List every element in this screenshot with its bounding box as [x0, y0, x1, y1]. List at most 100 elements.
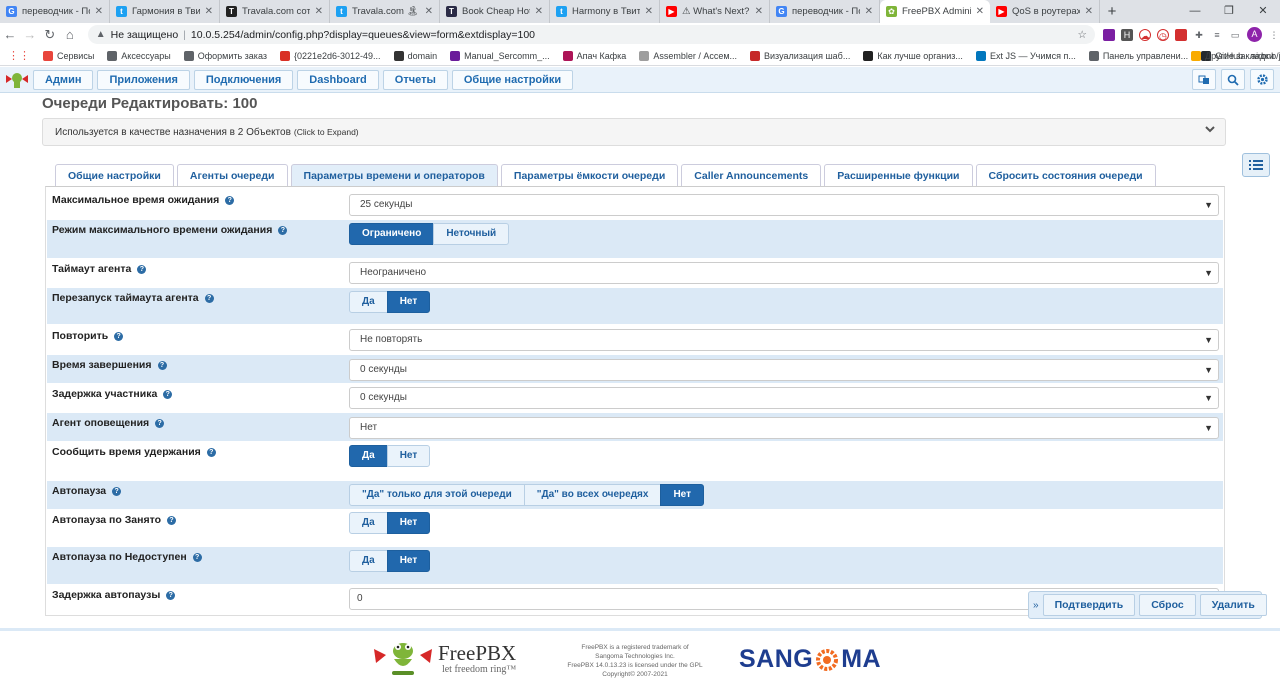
forward-button[interactable]: →: [20, 27, 40, 42]
reading-list-icon[interactable]: ≡: [1210, 28, 1223, 41]
bookmark-item[interactable]: Визуализация шаб...: [750, 50, 850, 61]
toggle-option[interactable]: Нет: [386, 291, 431, 313]
toggle-option[interactable]: Нет: [660, 484, 705, 506]
nav-item[interactable]: Админ: [33, 69, 94, 90]
bookmark-item[interactable]: domain: [393, 50, 437, 61]
help-icon[interactable]: ?: [155, 418, 165, 428]
new-tab-button[interactable]: +: [1100, 0, 1124, 23]
queue-tab[interactable]: Агенты очереди: [176, 164, 288, 186]
toggle-option[interactable]: Да: [349, 550, 388, 572]
help-icon[interactable]: ?: [114, 331, 124, 341]
queue-tab[interactable]: Общие настройки: [55, 164, 174, 186]
close-icon[interactable]: ✕: [205, 6, 213, 17]
toggle-option[interactable]: Нет: [386, 445, 431, 467]
bookmark-item[interactable]: Assembler / Ассем...: [639, 50, 737, 61]
help-icon[interactable]: ?: [192, 552, 202, 562]
puzzle-icon[interactable]: ✚: [1192, 28, 1205, 41]
help-icon[interactable]: ?: [167, 515, 177, 525]
bookmark-item[interactable]: Manual_Sercomm_...: [450, 50, 550, 61]
close-icon[interactable]: ✕: [315, 6, 323, 17]
bookmark-star-icon[interactable]: ☆: [1078, 29, 1087, 41]
close-icon[interactable]: ✕: [976, 6, 984, 17]
help-icon[interactable]: ?: [157, 360, 167, 370]
close-icon[interactable]: ✕: [425, 6, 433, 17]
agent-announce-select[interactable]: Нет ▼: [349, 417, 1219, 439]
delete-button[interactable]: Удалить: [1199, 594, 1267, 616]
bookmark-item[interactable]: Оформить заказ: [183, 50, 267, 61]
freepbx-footer-logo[interactable]: FreePBX let freedom ring™: [372, 639, 516, 677]
close-icon[interactable]: ✕: [755, 6, 763, 17]
toggle-option[interactable]: Нет: [386, 550, 431, 572]
gear-icon[interactable]: [1250, 69, 1274, 90]
nav-item[interactable]: Приложения: [97, 69, 190, 90]
nav-item[interactable]: Подключения: [193, 69, 294, 90]
nav-item[interactable]: Отчеты: [382, 69, 448, 90]
toggle-option[interactable]: Нет: [386, 512, 431, 534]
home-button[interactable]: ⌂: [60, 27, 80, 42]
avatar[interactable]: A: [1246, 27, 1262, 42]
nav-item[interactable]: Dashboard: [297, 69, 379, 90]
toggle-option[interactable]: "Да" только для этой очереди: [349, 484, 525, 506]
help-icon[interactable]: ?: [166, 590, 176, 600]
close-icon[interactable]: ✕: [1085, 6, 1093, 17]
browser-tab[interactable]: tHarmony в Твиттер✕: [550, 0, 660, 23]
bookmark-item[interactable]: Панель управлени...: [1088, 50, 1188, 61]
help-icon[interactable]: ?: [137, 264, 147, 274]
wrapup-select[interactable]: 0 секунды ▼: [349, 359, 1219, 381]
search-icon[interactable]: [1221, 69, 1245, 90]
help-icon[interactable]: ?: [225, 195, 235, 205]
extension-icon[interactable]: [1102, 28, 1115, 41]
browser-tab[interactable]: tTravala.com 🏝 🏛✕: [330, 0, 440, 23]
language-icon[interactable]: [1192, 69, 1216, 90]
close-icon[interactable]: ✕: [865, 6, 873, 17]
list-toggle-button[interactable]: [1242, 153, 1270, 177]
submit-button[interactable]: Подтвердить: [1042, 594, 1136, 616]
toggle-option[interactable]: Да: [349, 512, 388, 534]
help-icon[interactable]: ?: [112, 486, 122, 496]
queue-tab[interactable]: Параметры времени и операторов: [290, 164, 498, 186]
bookmark-item[interactable]: Как лучше организ...: [863, 50, 963, 61]
apps-icon[interactable]: ⋮⋮: [8, 49, 30, 62]
bookmark-item[interactable]: Апач Кафка: [562, 50, 626, 61]
browser-tab[interactable]: Gпереводчик - Поиск✕: [0, 0, 110, 23]
freepbx-logo-icon[interactable]: [3, 69, 31, 91]
bookmark-item[interactable]: Аксессуары: [107, 50, 171, 61]
bookmark-item[interactable]: {0221e2d6-3012-49...: [279, 50, 381, 61]
help-icon[interactable]: ?: [163, 389, 173, 399]
queue-tab[interactable]: Caller Announcements: [681, 164, 822, 186]
nav-item[interactable]: Общие настройки: [451, 69, 574, 90]
reload-button[interactable]: ↻: [40, 27, 60, 43]
back-button[interactable]: ←: [0, 27, 20, 42]
toggle-option[interactable]: Да: [349, 291, 388, 313]
browser-tab[interactable]: ▶⚠ What's Next? ⚠ ⚡✕: [660, 0, 770, 23]
member-delay-select[interactable]: 0 секунды ▼: [349, 387, 1219, 409]
browser-tab[interactable]: tГармония в Твиттере✕: [110, 0, 220, 23]
other-bookmarks[interactable]: Другие закладки: [1191, 50, 1274, 61]
toggle-option[interactable]: Неточный: [433, 223, 510, 245]
browser-tab[interactable]: TBook Cheap Hotels✕: [440, 0, 550, 23]
max-wait-select[interactable]: 25 секунды ▼: [349, 194, 1219, 216]
chevron-down-icon[interactable]: [1205, 125, 1215, 136]
retry-select[interactable]: Не повторять ▼: [349, 329, 1219, 351]
browser-tab[interactable]: TTravala.com сотрудн✕: [220, 0, 330, 23]
toggle-option[interactable]: Ограничено: [349, 223, 435, 245]
close-icon[interactable]: ✕: [645, 6, 653, 17]
extension-icon[interactable]: ◷: [1156, 28, 1169, 41]
minimize-button[interactable]: —: [1178, 0, 1212, 23]
help-icon[interactable]: ?: [278, 225, 288, 235]
bookmark-item[interactable]: Сервисы: [43, 50, 94, 61]
maximize-button[interactable]: ❐: [1212, 0, 1246, 23]
kebab-menu-icon[interactable]: ⋮: [1267, 28, 1280, 41]
browser-tab[interactable]: Gпереводчик - Поиск✕: [770, 0, 880, 23]
queue-tab[interactable]: Параметры ёмкости очереди: [500, 164, 679, 186]
queue-tab[interactable]: Расширенные функции: [824, 164, 973, 186]
close-icon[interactable]: ✕: [95, 6, 103, 17]
extension-icon[interactable]: H: [1120, 28, 1133, 41]
help-icon[interactable]: ?: [204, 293, 214, 303]
extension-icon[interactable]: [1174, 28, 1187, 41]
used-as-destination-panel[interactable]: Используется в качестве назначения в 2 О…: [42, 118, 1226, 146]
close-window-button[interactable]: ✕: [1246, 0, 1280, 23]
toggle-option[interactable]: "Да" во всех очередях: [523, 484, 662, 506]
reset-button[interactable]: Сброс: [1139, 594, 1196, 616]
browser-tab[interactable]: ▶QoS в роутерах Mi✕: [990, 0, 1100, 23]
